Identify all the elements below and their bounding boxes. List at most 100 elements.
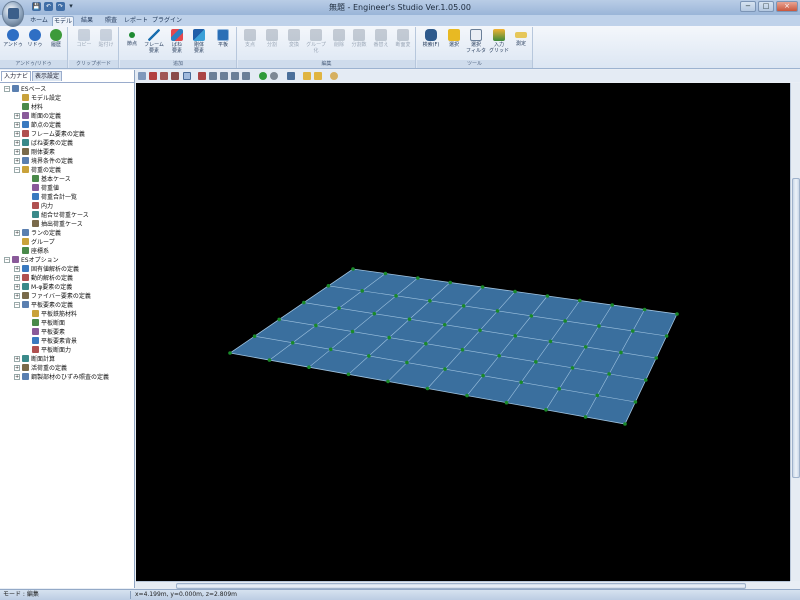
history-button[interactable]: 履歴 — [46, 29, 66, 59]
mesh-node[interactable] — [630, 329, 635, 333]
paste-button[interactable]: 貼付け — [95, 29, 117, 59]
mesh-node[interactable] — [664, 334, 669, 338]
convert-button[interactable]: 変換 — [284, 29, 304, 59]
mesh-node[interactable] — [290, 340, 295, 345]
mesh-node[interactable] — [623, 422, 627, 426]
3d-viewport[interactable] — [136, 83, 790, 581]
section-change-button[interactable]: 断面変 — [393, 29, 413, 59]
tree-node[interactable]: − 荷重の定義 — [14, 165, 61, 174]
tree-expander-icon[interactable]: + — [14, 364, 20, 371]
mesh-node[interactable] — [346, 372, 351, 377]
renumber-button[interactable]: 番替え — [371, 29, 391, 59]
tab-home[interactable]: ホーム — [26, 16, 52, 26]
tree-node[interactable]: + 固有値解析の定義 — [14, 264, 79, 273]
tab-results[interactable]: 結果 — [76, 16, 98, 26]
tree-expander-icon[interactable]: + — [14, 139, 20, 146]
tree-node[interactable]: 荷重値 — [24, 183, 59, 192]
close-button[interactable]: × — [776, 1, 798, 12]
box-side-icon[interactable] — [171, 72, 179, 80]
mesh-node[interactable] — [633, 400, 638, 404]
redo-button[interactable]: リドゥ — [24, 29, 46, 59]
box-front-icon[interactable] — [160, 72, 168, 80]
tab-display-settings[interactable]: 表示設定 — [32, 71, 63, 81]
tree-expander-icon[interactable]: + — [14, 121, 20, 128]
mesh-node[interactable] — [519, 380, 523, 385]
tab-check[interactable]: 照査 — [100, 16, 122, 26]
tree-node[interactable]: モデル設定 — [14, 93, 61, 102]
tree-node[interactable]: 基本ケース — [24, 174, 71, 183]
mesh-node[interactable] — [644, 378, 648, 382]
tree-expander-icon[interactable]: + — [14, 292, 20, 299]
tree-node[interactable]: − ESオプション — [4, 255, 59, 264]
mesh-node[interactable] — [642, 307, 647, 312]
mesh-node[interactable] — [578, 298, 582, 303]
folder-save-icon[interactable] — [314, 72, 322, 80]
mesh-node[interactable] — [302, 300, 306, 305]
mesh-node[interactable] — [367, 354, 371, 358]
mesh-node[interactable] — [497, 353, 501, 358]
mesh-node[interactable] — [583, 345, 588, 349]
mesh-node[interactable] — [595, 393, 600, 398]
tree-expander-icon[interactable]: − — [4, 85, 10, 92]
mesh-node[interactable] — [416, 276, 420, 280]
support-button[interactable]: 支点 — [240, 29, 260, 59]
group-button[interactable]: グループ 化 — [304, 29, 328, 59]
add-rigid-element-button[interactable]: 剛体 要素 — [188, 29, 210, 59]
add-spring-element-button[interactable]: ばね 要素 — [166, 29, 188, 59]
mesh-node[interactable] — [405, 360, 409, 365]
mesh-node[interactable] — [460, 347, 465, 352]
mesh-node[interactable] — [326, 284, 331, 288]
mesh-node[interactable] — [372, 311, 377, 316]
add-frame-element-button[interactable]: フレーム 要素 — [142, 29, 166, 59]
tree-node[interactable]: 抽出荷重ケース — [24, 219, 83, 228]
tree-node[interactable]: + 断面計算 — [14, 354, 55, 363]
mesh-node[interactable] — [277, 317, 281, 322]
mesh-node[interactable] — [394, 294, 398, 298]
view-select-icon[interactable] — [138, 72, 146, 80]
tree-node[interactable]: + 動的解析の定義 — [14, 273, 73, 282]
mesh-node[interactable] — [461, 304, 466, 308]
mesh-node[interactable] — [495, 309, 500, 313]
undo-button[interactable]: アンドゥ — [2, 29, 24, 59]
mesh-node[interactable] — [478, 328, 482, 333]
tree-node[interactable]: + 断面の定義 — [14, 111, 61, 120]
box-icon[interactable] — [149, 72, 157, 80]
mesh-node[interactable] — [350, 329, 355, 334]
mesh-node[interactable] — [513, 289, 517, 294]
tree-node[interactable]: 平板要素 — [24, 327, 65, 336]
mesh-node[interactable] — [314, 323, 318, 328]
tree-expander-icon[interactable]: + — [14, 283, 20, 290]
tree-expander-icon[interactable]: + — [14, 148, 20, 155]
mesh-node[interactable] — [548, 339, 553, 344]
mesh-node[interactable] — [252, 334, 257, 338]
tree-node[interactable]: − 平板要素の定義 — [14, 300, 73, 309]
mesh-node[interactable] — [448, 280, 453, 285]
mesh-node[interactable] — [387, 335, 391, 340]
rotate-view-icon[interactable] — [183, 72, 191, 80]
tree-node[interactable]: + 節点の定義 — [14, 120, 61, 129]
tree-expander-icon[interactable]: − — [14, 166, 20, 173]
measure-button[interactable]: 測定 — [511, 29, 531, 59]
mesh-node[interactable] — [351, 267, 355, 271]
mesh-node[interactable] — [529, 314, 534, 318]
export-icon[interactable] — [287, 72, 295, 80]
tree-expander-icon[interactable]: − — [4, 256, 10, 263]
tree-expander-icon[interactable]: + — [14, 229, 20, 236]
mesh-node[interactable] — [654, 356, 658, 360]
vertical-scroll-thumb[interactable] — [792, 178, 800, 478]
tree-node[interactable]: + フレーム要素の定義 — [14, 129, 85, 138]
split-button[interactable]: 分割 — [262, 29, 282, 59]
mesh-node[interactable] — [534, 360, 538, 364]
tree-node[interactable]: + 鋼製部材のひずみ照査の定義 — [14, 372, 109, 381]
copy-button[interactable]: コピー — [73, 29, 95, 59]
application-menu-button[interactable] — [2, 1, 24, 27]
mesh-node[interactable] — [619, 350, 623, 355]
mesh-node[interactable] — [597, 324, 601, 328]
mesh-node[interactable] — [675, 312, 679, 316]
tree-node[interactable]: + 境界条件の定義 — [14, 156, 73, 165]
tree-node[interactable]: 平板断面 — [24, 318, 65, 327]
mesh-node[interactable] — [610, 303, 614, 307]
select-button[interactable]: 選択 — [444, 29, 464, 59]
minimize-button[interactable]: − — [740, 1, 756, 12]
tree-expander-icon[interactable]: + — [14, 157, 20, 164]
